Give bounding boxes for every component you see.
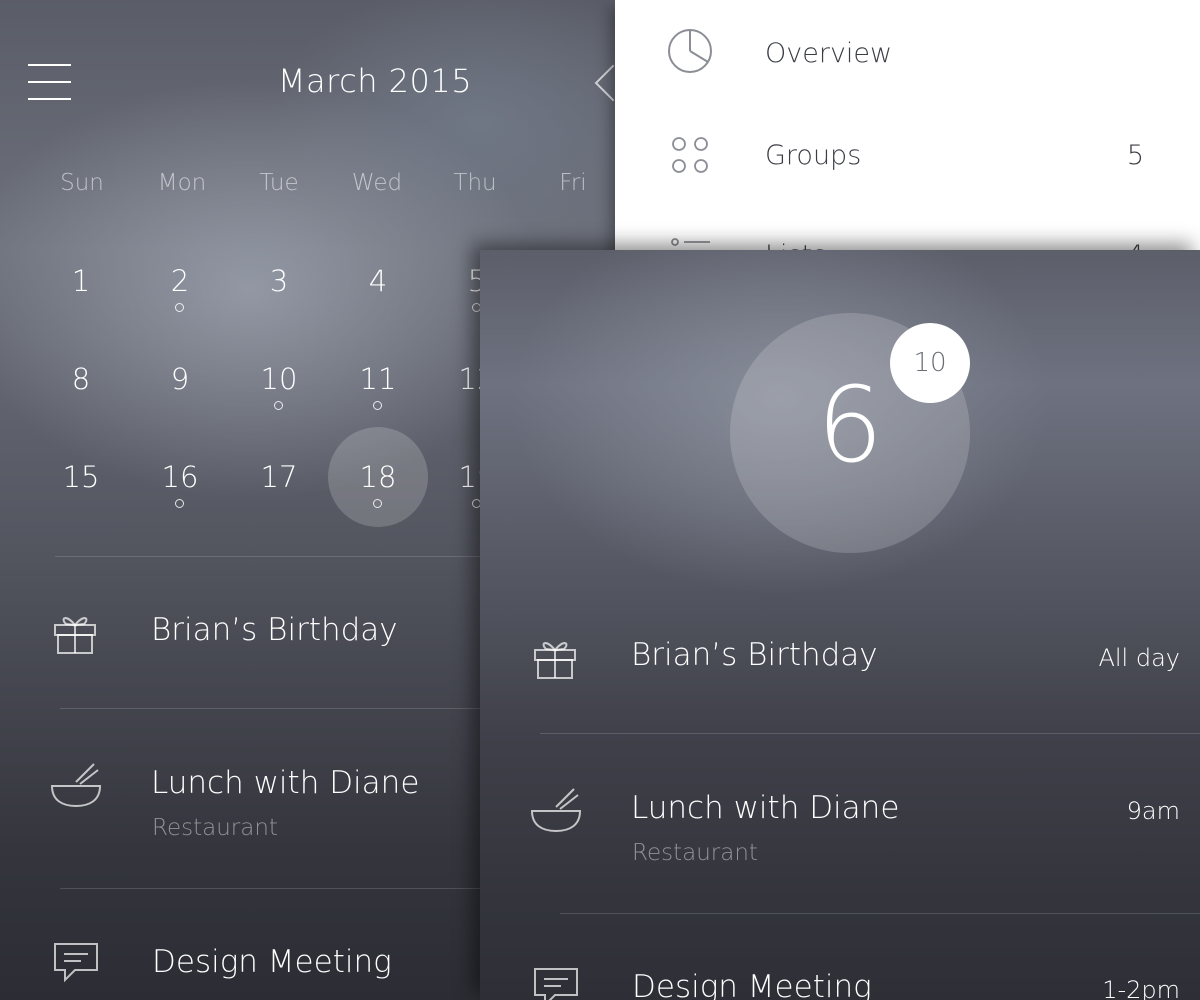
event-title: Design Meeting bbox=[152, 944, 392, 980]
weekday-sun: Sun bbox=[60, 170, 104, 196]
gift-icon bbox=[54, 617, 96, 654]
day-cell[interactable]: 9 bbox=[130, 329, 230, 429]
weekday-wed: Wed bbox=[351, 170, 403, 196]
day-number: 8 bbox=[71, 362, 91, 396]
event-title: Lunch with Diane bbox=[631, 790, 900, 826]
divider bbox=[540, 733, 1200, 734]
event-dot-icon bbox=[373, 401, 382, 410]
list-icon bbox=[671, 238, 710, 246]
grid-dots-icon bbox=[672, 137, 708, 173]
day-number: 3 bbox=[269, 264, 289, 298]
day-cell[interactable]: 11 bbox=[328, 329, 428, 429]
day-cell[interactable]: 8 bbox=[31, 329, 131, 429]
event-subtitle: Restaurant bbox=[152, 815, 278, 841]
bowl-icon bbox=[530, 788, 582, 833]
pie-chart-icon bbox=[668, 29, 712, 73]
event-title: Brian’s Birthday bbox=[631, 637, 878, 673]
day-cell[interactable]: 2 bbox=[130, 231, 230, 331]
day-number: 15 bbox=[62, 460, 100, 494]
weekday-mon: Mon bbox=[157, 170, 207, 196]
day-number: 16 bbox=[161, 460, 199, 494]
day-number: 17 bbox=[260, 460, 298, 494]
bowl-icon bbox=[50, 763, 102, 808]
event-dot-icon bbox=[175, 303, 184, 312]
event-title: Design Meeting bbox=[632, 969, 872, 1000]
day-number: 4 bbox=[368, 264, 388, 298]
divider bbox=[560, 913, 1200, 914]
event-time: 9am bbox=[1126, 797, 1180, 825]
day-cell[interactable]: 16 bbox=[130, 427, 230, 527]
chat-icon bbox=[534, 968, 578, 1000]
day-number: 10 bbox=[260, 362, 298, 396]
day-cell[interactable]: 10 bbox=[229, 329, 329, 429]
side-menu: Overview Groups 5 Lists 4 bbox=[615, 0, 1200, 271]
gift-icon bbox=[534, 642, 576, 679]
event-dot-icon bbox=[274, 401, 283, 410]
day-cell[interactable]: 4 bbox=[328, 231, 428, 331]
menu-label: Groups bbox=[765, 140, 862, 171]
weekday-thu: Thu bbox=[453, 170, 497, 196]
hamburger-menu-icon[interactable] bbox=[28, 64, 71, 100]
menu-count: 5 bbox=[1126, 140, 1144, 171]
event-title: Brian’s Birthday bbox=[151, 612, 398, 648]
day-number: 18 bbox=[359, 460, 397, 494]
day-cell[interactable]: 15 bbox=[31, 427, 131, 527]
event-subtitle: Restaurant bbox=[632, 840, 758, 866]
day-screen: 6 10 Brian’s Birthday All day Lunch with… bbox=[480, 250, 1200, 1000]
weekday-tue: Tue bbox=[259, 170, 299, 196]
event-title: Lunch with Diane bbox=[151, 765, 420, 801]
day-number: 1 bbox=[71, 264, 91, 298]
day-cell[interactable]: 1 bbox=[31, 231, 131, 331]
weekday-header: Sun Mon Tue Wed Thu Fri bbox=[0, 170, 620, 200]
day-number: 11 bbox=[359, 362, 397, 396]
day-cell[interactable]: 17 bbox=[229, 427, 329, 527]
menu-label: Overview bbox=[765, 38, 893, 69]
event-time: 1-2pm bbox=[1102, 976, 1180, 1000]
event-count-badge[interactable]: 10 bbox=[890, 323, 970, 403]
month-title: March 2015 bbox=[277, 62, 473, 100]
event-time: All day bbox=[1098, 644, 1180, 672]
day-cell-selected[interactable]: 18 bbox=[328, 427, 428, 527]
day-number: 2 bbox=[170, 264, 190, 298]
weekday-fri: Fri bbox=[559, 170, 587, 196]
day-cell[interactable]: 3 bbox=[229, 231, 329, 331]
chat-icon bbox=[54, 943, 98, 983]
event-dot-icon bbox=[175, 499, 184, 508]
day-number: 9 bbox=[170, 362, 190, 396]
event-dot-icon bbox=[373, 499, 382, 508]
